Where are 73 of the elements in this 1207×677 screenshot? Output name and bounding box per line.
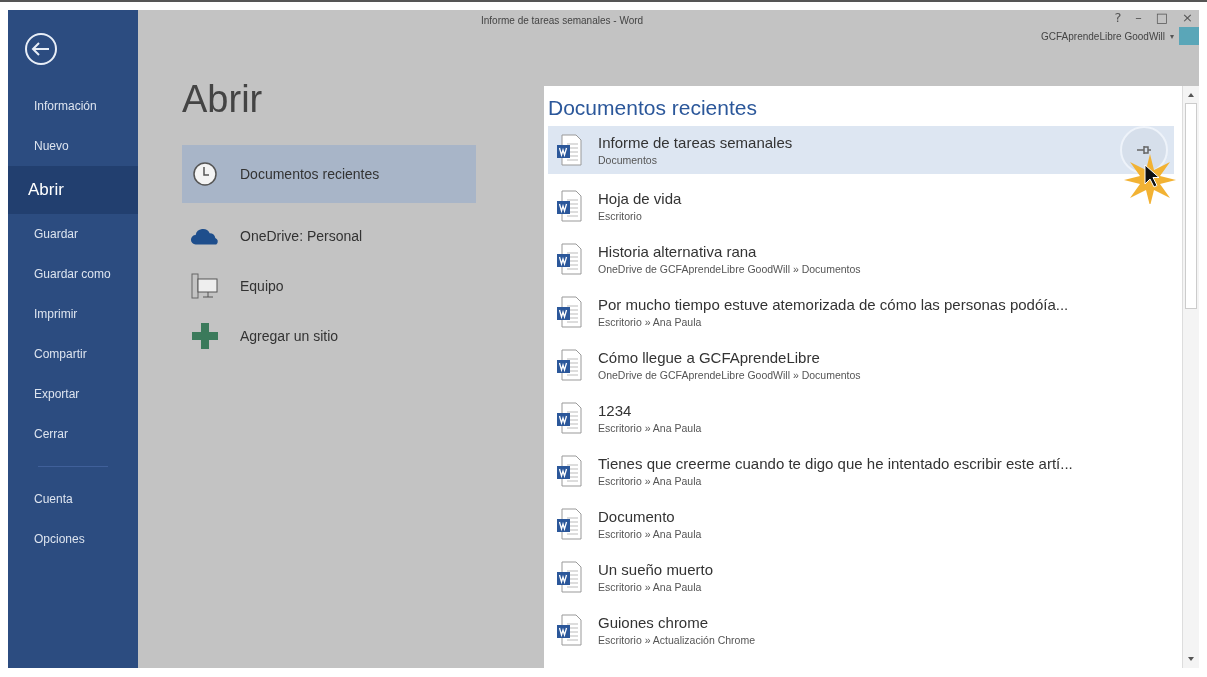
sidebar-item[interactable]: Abrir [8, 166, 138, 214]
document-path: OneDrive de GCFAprendeLibre GoodWill » Documentos [598, 262, 861, 275]
word-document-icon [556, 295, 582, 328]
document-name: Un sueño muerto [598, 560, 714, 578]
place-item[interactable]: Equipo [182, 261, 476, 311]
document-path: Escritorio [598, 209, 643, 222]
account-caret[interactable]: ▾ [1170, 31, 1174, 41]
word-document-icon [556, 348, 582, 381]
document-item[interactable]: 1234 Escritorio » Ana Paula [548, 391, 1174, 444]
document-name: 1234 [598, 401, 633, 419]
document-path: Escritorio » Actualización Chrome [598, 633, 755, 646]
sidebar-item[interactable]: Guardar como [8, 254, 138, 294]
document-name: Hoja de vida [598, 189, 682, 207]
word-document-icon [556, 134, 582, 166]
document-item[interactable]: Tienes que creerme cuando te digo que he intentado escribir este artí... Escritorio » Ana Paula [548, 444, 1174, 497]
document-item[interactable]: Hoja de vida Escritorio [548, 179, 1174, 232]
document-name: Informe de tareas semanales [598, 134, 793, 151]
cursor-icon [1144, 164, 1160, 188]
page-heading: Abrir [182, 78, 264, 121]
sidebar-item[interactable]: Cerrar [8, 414, 138, 454]
sidebar-item[interactable]: Cuenta [8, 479, 138, 519]
word-document-icon [556, 401, 582, 434]
word-document-icon [556, 242, 582, 275]
sidebar-item[interactable]: Compartir [8, 334, 138, 374]
word-document-icon [556, 560, 582, 593]
document-name: Tienes que creerme cuando te digo que he intentado escribir este artí... [598, 454, 1073, 472]
document-item[interactable]: Historia alternativa rana OneDrive de GCFAprendeLibre GoodWill » Documentos [548, 232, 1174, 285]
place-item[interactable]: Agregar un sitio [182, 311, 476, 361]
document-item[interactable]: Por mucho tiempo estuve atemorizada de cómo las personas podóía... Escritorio » Ana Paula [548, 285, 1174, 338]
scroll-up-icon[interactable] [1186, 91, 1196, 99]
document-item[interactable]: Documento Escritorio » Ana Paula [548, 497, 1174, 550]
document-item[interactable]: Informe de tareas semanales Documentos [548, 126, 1174, 174]
sidebar-item[interactable]: Guardar [8, 214, 138, 254]
avatar [1179, 27, 1199, 45]
scroll-down-icon[interactable] [1186, 655, 1196, 663]
sidebar-item[interactable]: Información [8, 86, 138, 126]
word-document-icon [556, 613, 582, 646]
word-document-icon [556, 507, 582, 540]
document-path: Escritorio » Ana Paula [598, 474, 703, 487]
account-name: GCFAprendeLibre GoodWill [1041, 30, 1165, 42]
scrollbar[interactable] [1182, 86, 1199, 668]
window-title: Informe de tareas semanales - Word [481, 14, 644, 28]
sidebar-item[interactable]: Nuevo [8, 126, 138, 166]
document-path: OneDrive de GCFAprendeLibre GoodWill » Documentos [598, 368, 861, 381]
document-name: Por mucho tiempo estuve atemorizada de cómo las personas podóía... [598, 295, 1069, 313]
document-path: Documentos [598, 154, 658, 166]
window-control[interactable]: – [1133, 10, 1144, 25]
document-path: Escritorio » Ana Paula [598, 527, 702, 540]
document-name: Historia alternativa rana [598, 242, 758, 260]
document-path: Escritorio » Ana Paula [598, 421, 702, 434]
document-path: Escritorio » Ana Paula [598, 580, 703, 593]
document-name: Guiones chrome [598, 613, 710, 631]
clock-icon [190, 161, 220, 187]
pin-icon [1137, 145, 1151, 155]
computer-icon [190, 272, 220, 300]
place-item[interactable]: OneDrive: Personal [182, 211, 476, 261]
plus-icon [190, 322, 220, 350]
document-item[interactable]: Cómo llegue a GCFAprendeLibre OneDrive de GCFAprendeLibre GoodWill » Documentos [548, 338, 1174, 391]
word-document-icon [556, 189, 582, 222]
word-document-icon [556, 454, 582, 487]
window-control[interactable]: × [1180, 10, 1195, 25]
sidebar-item[interactable]: Exportar [8, 374, 138, 414]
window-control[interactable]: ? [1112, 10, 1124, 25]
document-item[interactable]: Un sueño muerto Escritorio » Ana Paula [548, 550, 1174, 603]
document-item[interactable]: Guiones chrome Escritorio » Actualización Chrome [548, 603, 1174, 656]
sidebar-item[interactable]: Imprimir [8, 294, 138, 334]
place-item[interactable]: Documentos recientes [182, 145, 476, 203]
document-path: Escritorio » Ana Paula [598, 315, 703, 328]
document-name: Documento [598, 507, 676, 525]
window-control[interactable]: □ [1153, 10, 1171, 25]
sidebar-item[interactable]: Opciones [8, 519, 138, 559]
panel-title: Documentos recientes [548, 96, 758, 120]
document-name: Cómo llegue a GCFAprendeLibre [598, 348, 821, 366]
